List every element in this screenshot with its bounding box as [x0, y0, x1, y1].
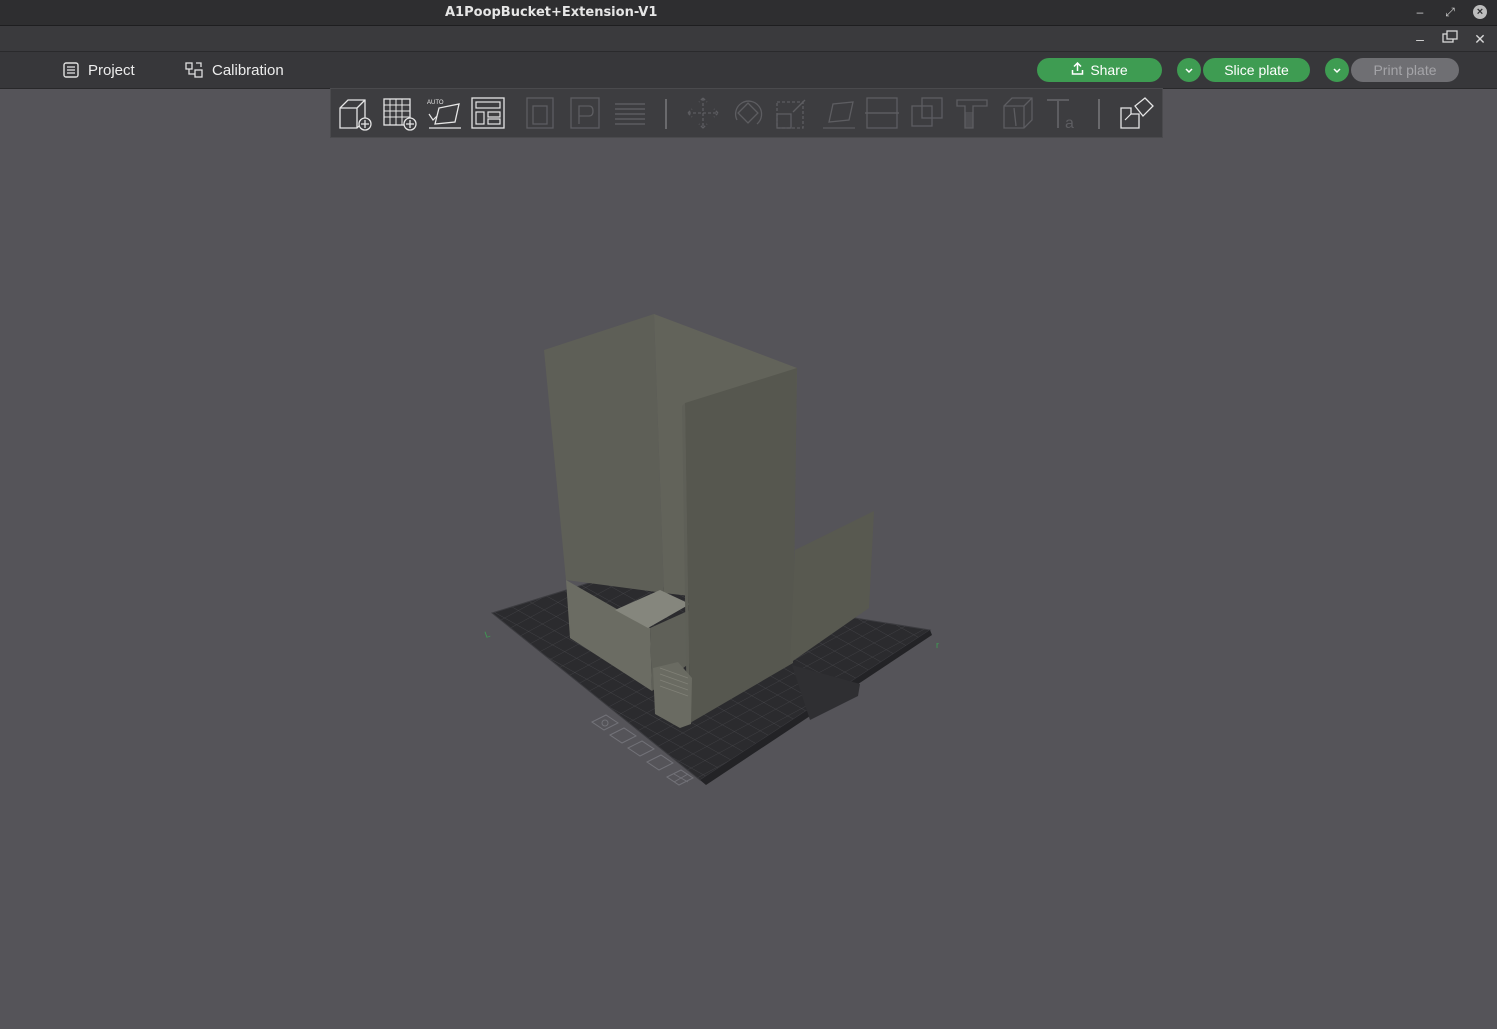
project-icon: [62, 61, 80, 79]
text-icon: a: [1043, 94, 1081, 132]
chevron-down-icon: [1332, 62, 1342, 78]
add-plate-icon[interactable]: [380, 94, 418, 132]
svg-text:AUTO: AUTO: [427, 100, 444, 106]
cut-icon: [863, 94, 901, 132]
tab-calibration-label: Calibration: [212, 61, 284, 79]
assembly-icon[interactable]: [1117, 94, 1155, 132]
slice-plate-button[interactable]: Slice plate: [1203, 58, 1310, 82]
toolbar-separator: [665, 99, 667, 129]
os-close-icon[interactable]: ×: [1473, 5, 1487, 19]
move-icon: [684, 94, 722, 132]
layers-icon: [611, 94, 649, 132]
arrange-icon[interactable]: [469, 94, 507, 132]
share-icon: [1071, 61, 1084, 78]
share-button[interactable]: Share: [1037, 58, 1162, 82]
add-object-icon[interactable]: [335, 94, 373, 132]
share-label: Share: [1090, 62, 1128, 78]
slice-dropdown-button[interactable]: [1177, 58, 1201, 82]
maximize-icon[interactable]: [1440, 29, 1460, 49]
calibration-icon: [184, 61, 204, 79]
window-title: A1PoopBucket+Extension-V1: [445, 5, 658, 20]
chevron-down-icon: [1184, 62, 1194, 78]
slice-plate-label: Slice plate: [1224, 62, 1289, 78]
scale-icon: [773, 94, 811, 132]
os-minimize-icon[interactable]: –: [1411, 3, 1429, 21]
top-tab-bar: Project Calibration Share Slice plate Pr…: [0, 52, 1497, 89]
os-title-bar: A1PoopBucket+Extension-V1 – ⤢ ×: [0, 0, 1497, 26]
main-toolbar: AUTO a: [330, 88, 1163, 138]
seam-paint-icon: [998, 94, 1036, 132]
minimize-icon[interactable]: –: [1410, 29, 1430, 49]
plate-settings-icon: [567, 94, 605, 132]
svg-text:L: L: [483, 629, 491, 640]
auto-orient-icon[interactable]: AUTO: [425, 94, 463, 132]
svg-text:r: r: [936, 640, 939, 650]
orient-icon: [523, 94, 561, 132]
close-icon[interactable]: ✕: [1470, 29, 1490, 49]
print-plate-label: Print plate: [1373, 62, 1437, 78]
os-restore-icon[interactable]: ⤢: [1441, 3, 1459, 21]
tab-project[interactable]: Project: [62, 52, 135, 88]
lay-on-face-icon: [819, 94, 857, 132]
tab-project-label: Project: [88, 61, 135, 79]
print-dropdown-button[interactable]: [1325, 58, 1349, 82]
app-control-bar: – ✕: [0, 26, 1497, 52]
rotate-icon: [729, 94, 767, 132]
toolbar-separator: [1098, 99, 1100, 129]
3d-viewport[interactable]: L r: [0, 138, 1497, 1029]
boolean-icon: [908, 94, 946, 132]
svg-text:a: a: [1065, 115, 1074, 132]
support-paint-icon: [953, 94, 991, 132]
print-plate-button: Print plate: [1351, 58, 1459, 82]
scene-canvas: L r: [483, 314, 939, 786]
tab-calibration[interactable]: Calibration: [184, 52, 284, 88]
